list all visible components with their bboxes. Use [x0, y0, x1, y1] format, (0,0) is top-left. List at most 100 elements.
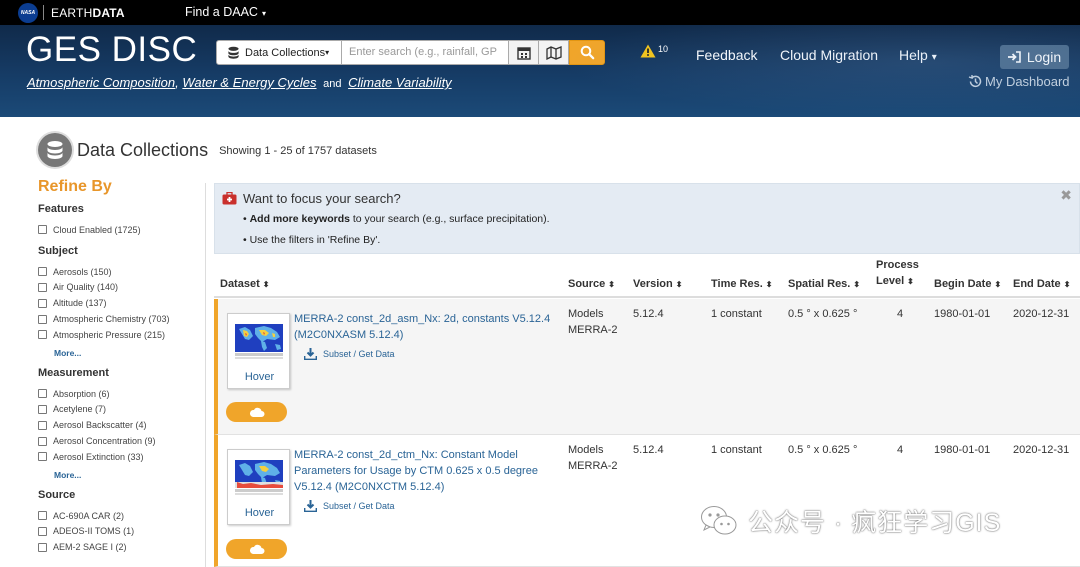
facet-label: Altitude (137): [53, 298, 107, 309]
checkbox-icon[interactable]: [38, 314, 47, 324]
calendar-button[interactable]: [509, 40, 539, 65]
facet-label: AEM-2 SAGE I (2): [53, 542, 127, 553]
download-icon: [304, 500, 317, 512]
column-header-time-res[interactable]: Time Res. ⬍: [711, 278, 772, 290]
cloud-icon: [249, 544, 264, 554]
find-daac-menu[interactable]: Find a DAAC ▾: [185, 5, 266, 19]
checkbox-icon[interactable]: [38, 267, 47, 277]
hover-label[interactable]: Hover: [228, 371, 291, 383]
facet-checkbox[interactable]: AC-690A CAR (2): [38, 508, 208, 524]
cell-source-a: Models: [568, 308, 604, 320]
facet-checkbox[interactable]: Altitude (137): [38, 295, 208, 311]
map-button[interactable]: [539, 40, 569, 65]
checkbox-icon[interactable]: [38, 225, 47, 235]
column-header-spatial-res[interactable]: Spatial Res. ⬍: [788, 278, 860, 290]
hover-label[interactable]: Hover: [228, 507, 291, 519]
warning-icon: [640, 44, 656, 58]
cell-process-level: 4: [897, 308, 904, 320]
cell-time-res: 1 constant: [711, 444, 762, 456]
facet-checkbox[interactable]: AEM-2 SAGE I (2): [38, 539, 208, 555]
alert-title-text: Want to focus your search?: [243, 191, 401, 206]
alert-bullet-rest: to your search (e.g., surface precipitat…: [349, 213, 550, 225]
nav-feedback[interactable]: Feedback: [696, 47, 757, 63]
facet-label: ADEOS-II TOMS (1): [53, 526, 135, 537]
result-count: Showing 1 - 25 of 1757 datasets: [219, 145, 377, 157]
nav-cloud-migration[interactable]: Cloud Migration: [780, 47, 878, 63]
download-icon: [304, 348, 317, 360]
earthdata-link[interactable]: EARTHDATA: [51, 6, 125, 20]
facet-checkbox[interactable]: Atmospheric Pressure (215): [38, 327, 208, 343]
facet-label: Aerosol Concentration (9): [53, 436, 156, 447]
login-label: Login: [1026, 49, 1062, 65]
dataset-thumbnail[interactable]: Hover: [227, 313, 290, 389]
facet-checkbox[interactable]: Absorption (6): [38, 386, 208, 402]
checkbox-icon[interactable]: [38, 452, 47, 462]
dataset-thumbnail[interactable]: Hover: [227, 449, 290, 525]
column-header-begin-date[interactable]: Begin Date ⬍: [934, 278, 1001, 290]
column-header-dataset[interactable]: Dataset ⬍: [220, 278, 269, 290]
column-header-process-level[interactable]: Process Level ⬍: [876, 257, 919, 290]
facet-checkbox[interactable]: Acetylene (7): [38, 402, 208, 418]
my-dashboard-link[interactable]: My Dashboard: [968, 74, 1070, 89]
facet-checkbox[interactable]: Aerosol Concentration (9): [38, 433, 208, 449]
checkbox-icon[interactable]: [38, 436, 47, 446]
page-title: Data Collections: [77, 139, 209, 160]
column-label: Process: [876, 259, 919, 271]
sort-icon: ⬍: [1063, 280, 1071, 289]
watermark-text: 公众号 · 疯狂学习GIS: [748, 509, 1002, 537]
checkbox-icon[interactable]: [38, 526, 47, 536]
site-logo[interactable]: GES DISC: [26, 30, 197, 70]
column-label: Level: [876, 275, 905, 287]
facet-checkbox[interactable]: ADEOS-II TOMS (1): [38, 524, 208, 540]
close-icon[interactable]: ✖: [1060, 187, 1072, 204]
facet-checkbox[interactable]: Aerosol Extinction (33): [38, 449, 208, 465]
cloud-enabled-button[interactable]: [226, 539, 287, 559]
column-header-version[interactable]: Version ⬍: [633, 278, 682, 290]
subset-get-data-link[interactable]: Subset / Get Data: [304, 348, 395, 360]
alert-bullet-text: Use the filters in 'Refine By'.: [249, 234, 381, 246]
checkbox-icon[interactable]: [38, 542, 47, 552]
facet-more-link[interactable]: More...: [54, 348, 208, 358]
facet-checkbox[interactable]: Aerosols (150): [38, 264, 208, 280]
sign-in-icon: [1007, 51, 1021, 63]
chevron-down-icon: ▾: [325, 48, 330, 57]
nav-help[interactable]: Help ▾: [899, 47, 937, 63]
search-type-dropdown[interactable]: Data Collections ▾: [216, 40, 342, 65]
database-icon: [228, 46, 239, 59]
checkbox-icon[interactable]: [38, 511, 47, 521]
sort-icon: ⬍: [853, 280, 861, 289]
tagline-link-climate[interactable]: Climate Variability: [348, 75, 452, 90]
search-input[interactable]: Enter search (e.g., rainfall, GP: [342, 40, 509, 65]
alert-title: Want to focus your search?: [222, 191, 401, 206]
facet-checkbox[interactable]: Atmospheric Chemistry (703): [38, 311, 208, 327]
tagline-link-atmospheric[interactable]: Atmospheric Composition: [27, 75, 175, 90]
subset-get-data-link[interactable]: Subset / Get Data: [304, 500, 395, 512]
site-banner: GES DISC Atmospheric Composition, Water …: [0, 25, 1080, 117]
checkbox-icon[interactable]: [38, 389, 47, 399]
dataset-title-link[interactable]: MERRA-2 const_2d_ctm_Nx: Constant Model …: [294, 447, 556, 495]
search-submit-button[interactable]: [569, 40, 605, 65]
checkbox-icon[interactable]: [38, 330, 47, 340]
sort-icon: ⬍: [907, 277, 914, 286]
checkbox-icon[interactable]: [38, 282, 47, 292]
facet-more-link[interactable]: More...: [54, 470, 208, 480]
earthdata-text-a: EARTH: [51, 6, 93, 20]
tagline-link-water[interactable]: Water & Energy Cycles: [182, 75, 316, 90]
search-type-label: Data Collections: [245, 46, 326, 59]
checkbox-icon[interactable]: [38, 298, 47, 308]
column-header-end-date[interactable]: End Date ⬍: [1013, 278, 1070, 290]
checkbox-icon[interactable]: [38, 420, 47, 430]
subset-label: Subset / Get Data: [323, 349, 395, 359]
facet-checkbox[interactable]: Cloud Enabled (1725): [38, 222, 208, 238]
facet-checkbox[interactable]: Aerosol Backscatter (4): [38, 417, 208, 433]
dataset-title-link[interactable]: MERRA-2 const_2d_asm_Nx: 2d, constants V…: [294, 311, 556, 343]
login-button[interactable]: Login: [1000, 45, 1069, 69]
history-icon: [968, 75, 982, 88]
cell-source-b: MERRA-2: [568, 324, 618, 336]
checkbox-icon[interactable]: [38, 404, 47, 414]
nasa-logo[interactable]: NASA: [18, 3, 38, 23]
column-header-source[interactable]: Source ⬍: [568, 278, 615, 290]
cloud-enabled-button[interactable]: [226, 402, 287, 422]
alerts-indicator[interactable]: 10: [640, 44, 668, 58]
facet-checkbox[interactable]: Air Quality (140): [38, 280, 208, 296]
